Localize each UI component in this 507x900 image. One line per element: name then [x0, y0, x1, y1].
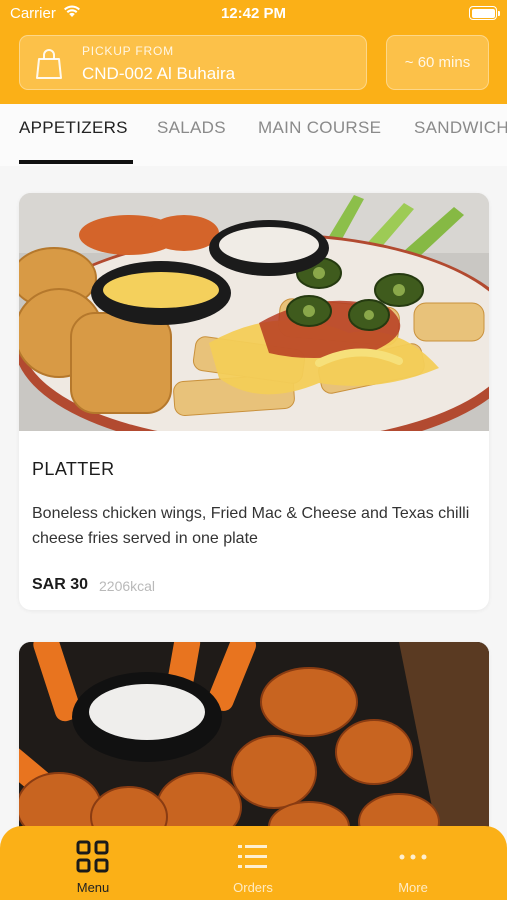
- item-description: Boneless chicken wings, Fried Mac & Chee…: [32, 505, 470, 547]
- tab-more[interactable]: More: [363, 840, 463, 895]
- shopping-bag-icon: [36, 49, 62, 79]
- branch-name: CND-002 Al Buhaira: [82, 64, 236, 83]
- menu-item-card[interactable]: PLATTER Boneless chicken wings, Fried Ma…: [19, 193, 489, 610]
- category-tabs: APPETIZERS SALADS MAIN COURSE SANDWICH: [0, 104, 507, 166]
- tab-more-label: More: [398, 880, 428, 895]
- item-title: PLATTER: [32, 459, 115, 479]
- status-bar: Carrier 12:42 PM: [0, 0, 507, 28]
- eta-button[interactable]: ~ 60 mins: [386, 35, 489, 90]
- tab-orders-label: Orders: [233, 880, 273, 895]
- clock: 12:42 PM: [220, 5, 287, 22]
- tab-main-course[interactable]: MAIN COURSE: [258, 118, 381, 138]
- tab-orders[interactable]: Orders: [203, 840, 303, 895]
- menu-item-card[interactable]: [19, 642, 489, 842]
- grid-icon: [76, 840, 109, 873]
- active-tab-indicator: [19, 160, 133, 164]
- tab-menu[interactable]: Menu: [43, 840, 143, 895]
- platter-photo: [19, 193, 489, 431]
- tab-salads[interactable]: SALADS: [157, 118, 226, 138]
- more-icon: [399, 854, 427, 860]
- header: Carrier 12:42 PM PICKUP FROM CND-002 Al …: [0, 0, 507, 104]
- pickup-location-button[interactable]: PICKUP FROM CND-002 Al Buhaira: [19, 35, 367, 90]
- item-calories: 2206kcal: [99, 578, 156, 594]
- wings-photo: [19, 642, 489, 842]
- battery-icon: [469, 6, 500, 20]
- bottom-tab-bar: Menu Orders More: [0, 826, 507, 900]
- item-price: SAR 30: [32, 576, 89, 593]
- tab-sandwich[interactable]: SANDWICH: [414, 118, 507, 138]
- pickup-label: PICKUP FROM: [82, 44, 174, 58]
- list-icon: [238, 845, 267, 868]
- tab-appetizers[interactable]: APPETIZERS: [19, 118, 128, 138]
- tab-menu-label: Menu: [76, 880, 110, 895]
